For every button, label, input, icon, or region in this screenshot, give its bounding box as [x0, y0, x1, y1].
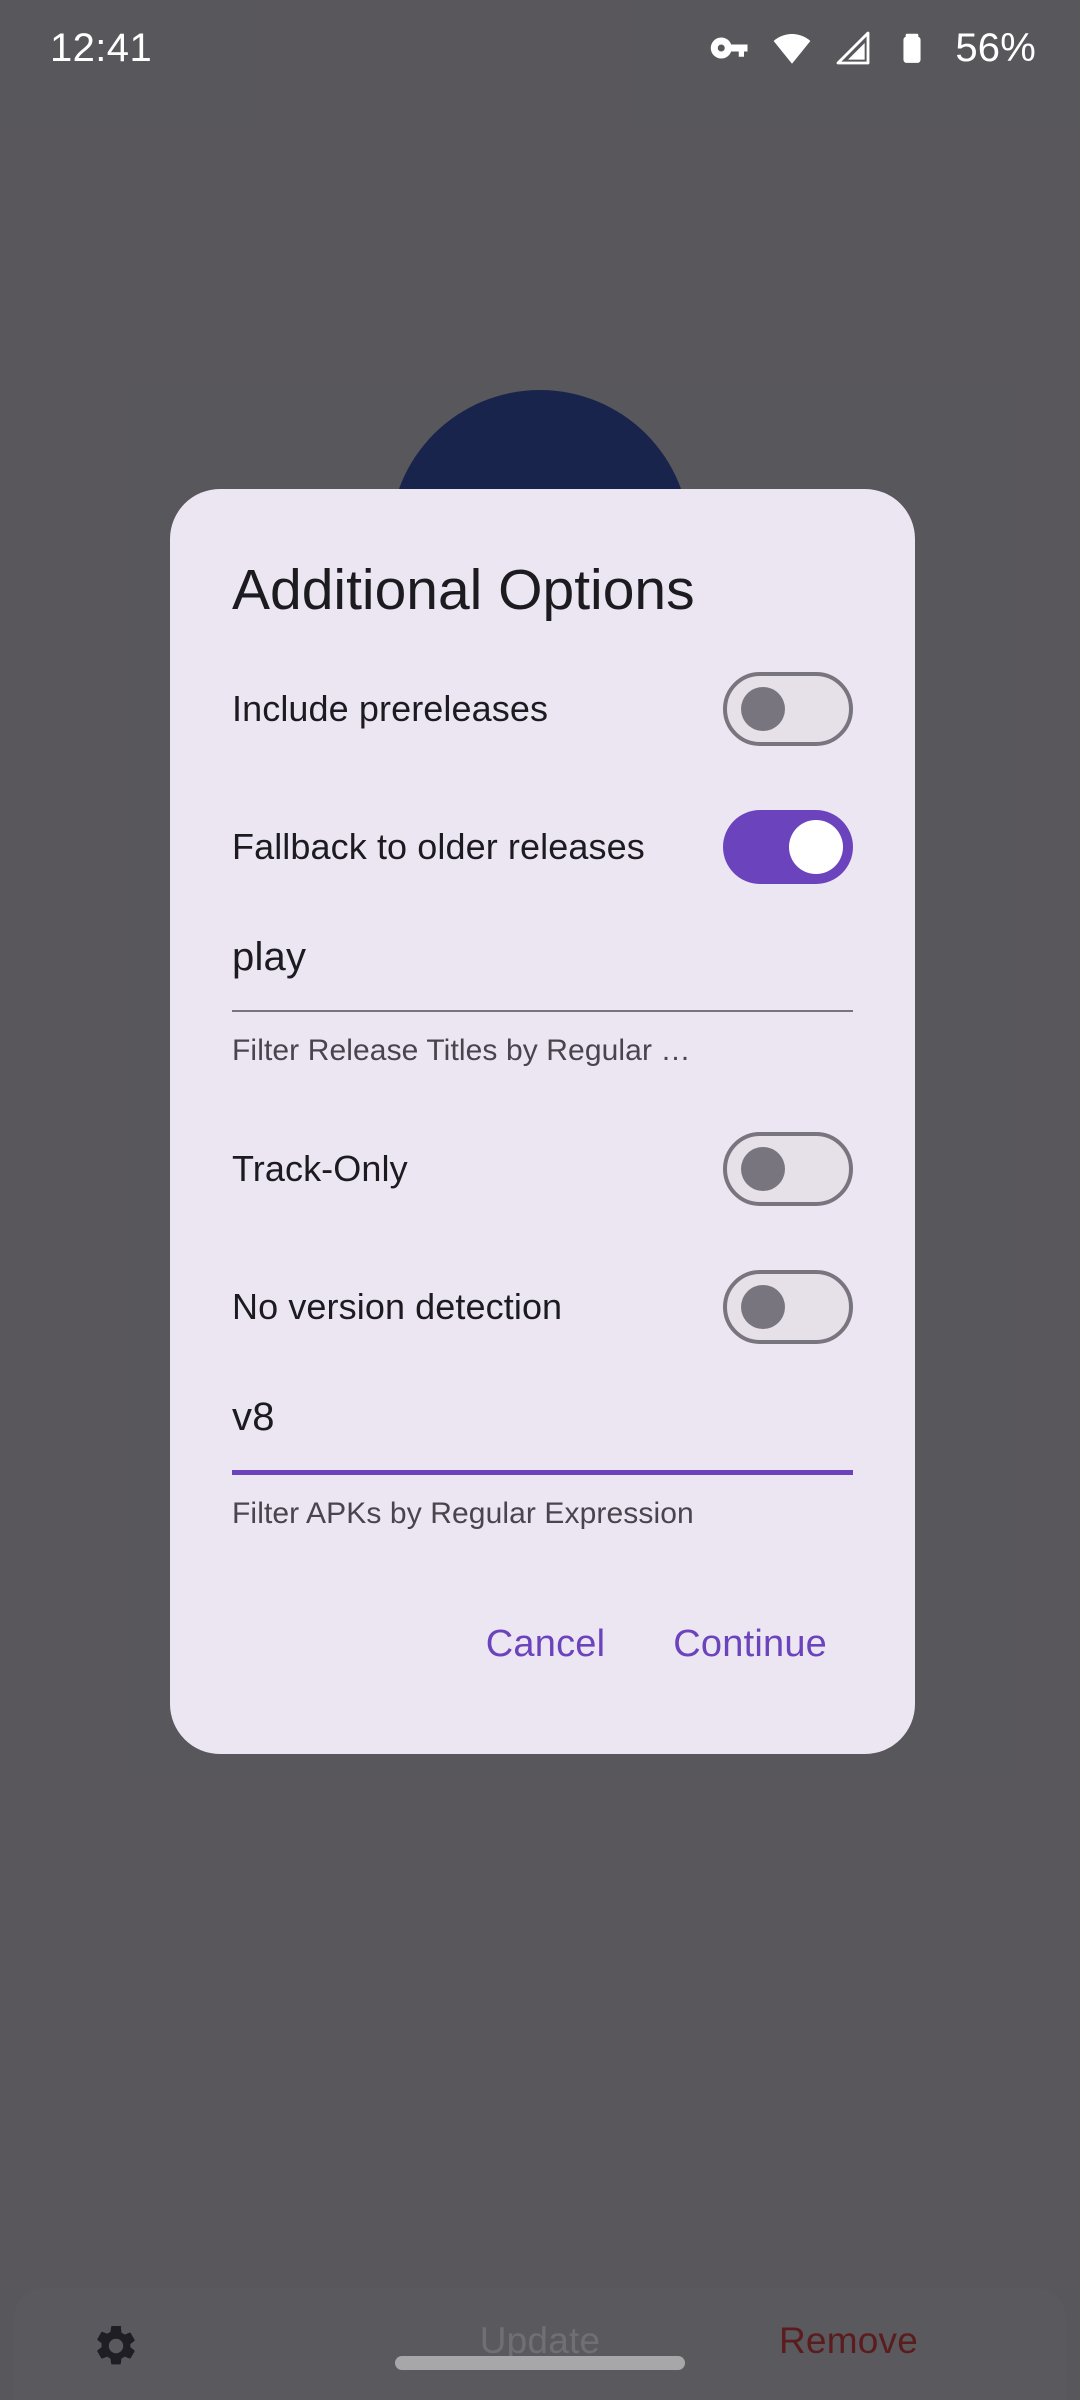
- switch-fallback-older-releases[interactable]: [723, 810, 853, 885]
- switch-thumb: [741, 1147, 785, 1192]
- status-bar-icons: 56%: [709, 26, 1036, 71]
- switch-label-no-version-detection: No version detection: [232, 1286, 563, 1328]
- switch-track-only[interactable]: [723, 1132, 853, 1207]
- switch-row-include-prereleases[interactable]: Include prereleases: [232, 654, 853, 764]
- battery-icon: [893, 29, 931, 67]
- apk-filter-helper: Filter APKs by Regular Expression: [232, 1497, 694, 1531]
- switch-no-version-detection[interactable]: [723, 1270, 853, 1345]
- switch-row-track-only[interactable]: Track-Only: [232, 1114, 853, 1224]
- apk-filter-input[interactable]: v8: [232, 1384, 853, 1450]
- switch-thumb: [741, 1285, 785, 1330]
- additional-options-dialog: Additional Options Include prereleases F…: [170, 489, 915, 1755]
- wifi-icon: [771, 27, 813, 69]
- cellular-signal-icon: [833, 28, 873, 68]
- switch-row-fallback-older-releases[interactable]: Fallback to older releases: [232, 792, 853, 902]
- dialog-title: Additional Options: [232, 558, 695, 622]
- release-title-filter-input[interactable]: play: [232, 924, 853, 990]
- switch-label-track-only: Track-Only: [232, 1148, 408, 1190]
- status-bar-clock: 12:41: [50, 25, 153, 70]
- dialog-actions: Cancel Continue: [232, 1531, 853, 1754]
- release-title-filter-field[interactable]: play Filter Release Titles by Regular …: [232, 902, 853, 1068]
- continue-button[interactable]: Continue: [647, 1609, 853, 1680]
- switch-label-fallback-older-releases: Fallback to older releases: [232, 826, 645, 868]
- apk-filter-field[interactable]: v8 Filter APKs by Regular Expression: [232, 1362, 853, 1531]
- switch-include-prereleases[interactable]: [723, 672, 853, 747]
- switch-row-no-version-detection[interactable]: No version detection: [232, 1252, 853, 1362]
- status-bar: 12:41 56%: [0, 0, 1080, 96]
- battery-percent-label: 56%: [955, 25, 1036, 70]
- switch-label-include-prereleases: Include prereleases: [232, 688, 549, 730]
- switch-thumb: [789, 820, 843, 875]
- vpn-key-icon: [709, 27, 751, 69]
- release-title-filter-helper: Filter Release Titles by Regular …: [232, 1034, 691, 1068]
- cancel-button[interactable]: Cancel: [460, 1609, 632, 1680]
- switch-thumb: [741, 687, 785, 732]
